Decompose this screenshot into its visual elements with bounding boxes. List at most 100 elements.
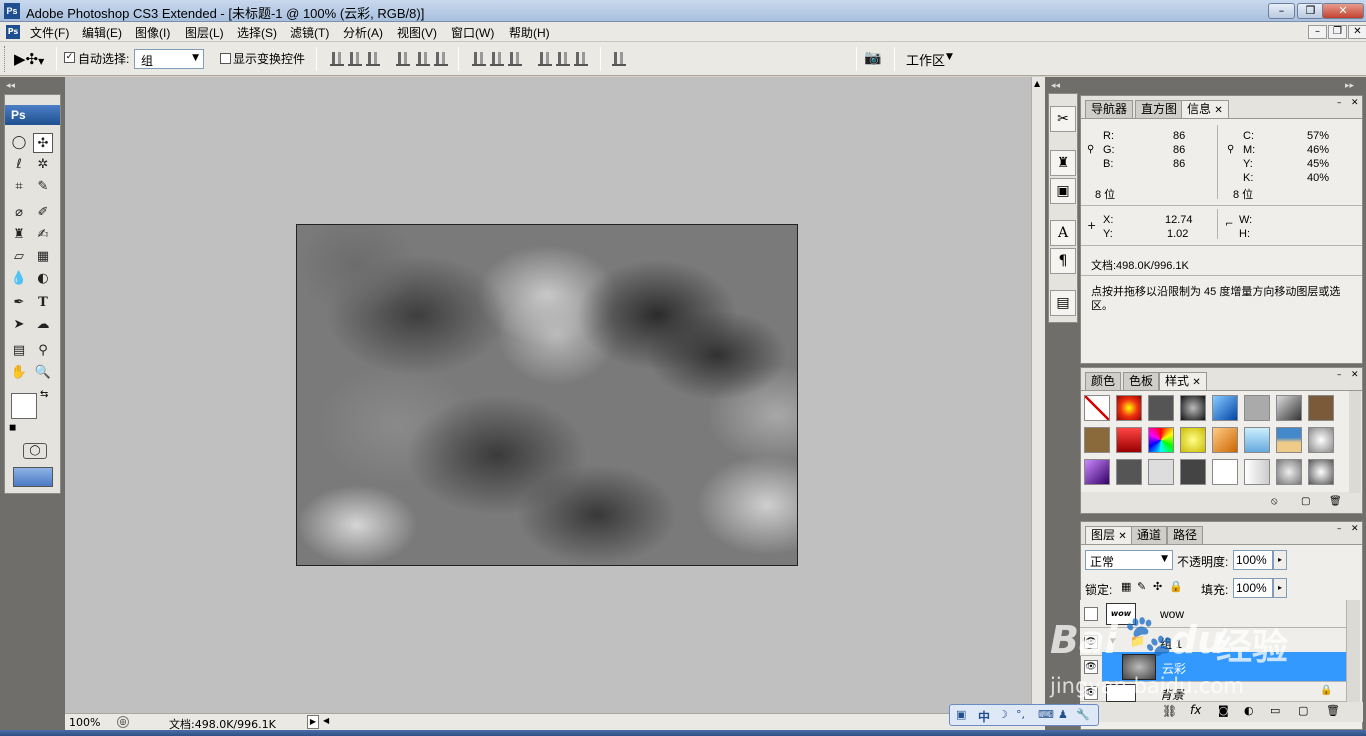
lock-transparent-icon[interactable]: ▦ [1121, 580, 1131, 593]
dodge-tool-icon[interactable]: ◐ [33, 269, 53, 289]
character-icon[interactable]: A [1050, 220, 1076, 246]
collapse-arrows-icon[interactable]: ◂◂ [1051, 81, 1060, 91]
panel-close-icon[interactable]: ✕ [1351, 524, 1359, 534]
doc-restore-button[interactable]: ❐ [1328, 25, 1347, 39]
menu-layer[interactable]: 图层(L) [185, 24, 224, 41]
zoom-level[interactable]: 100% [69, 716, 100, 729]
document-icon[interactable]: Ps [6, 25, 20, 39]
scroll-up-icon[interactable]: ▲ [1034, 79, 1040, 88]
tool-presets-icon[interactable]: ✂ [1050, 106, 1076, 132]
distribute-right-icon[interactable] [574, 52, 588, 66]
clone-stamp-tool-icon[interactable]: ♜ [9, 225, 29, 245]
menu-edit[interactable]: 编辑(E) [82, 24, 122, 41]
quick-mask-icon[interactable]: ◯ [23, 443, 47, 459]
style-swatch[interactable] [1084, 459, 1110, 485]
history-brush-tool-icon[interactable]: ✍ [33, 225, 53, 245]
panel-close-icon[interactable]: ✕ [1351, 98, 1359, 108]
hand-tool-icon[interactable]: ✋ [9, 363, 29, 383]
path-selection-tool-icon[interactable]: ➤ [9, 315, 29, 335]
eyedropper-tool-icon[interactable]: ⚲ [33, 341, 53, 361]
swap-colors-icon[interactable]: ⇆ [40, 389, 48, 400]
close-tab-icon[interactable]: ✕ [1118, 531, 1126, 542]
align-hcenter-icon[interactable] [416, 52, 430, 66]
style-swatch[interactable] [1244, 459, 1270, 485]
align-bottom-icon[interactable] [366, 52, 380, 66]
close-tab-icon[interactable]: ✕ [1192, 377, 1200, 388]
adjustment-layer-icon[interactable]: ◐ [1244, 704, 1254, 717]
auto-align-icon[interactable] [612, 52, 626, 66]
layer-mask-icon[interactable]: ◙ [1218, 704, 1229, 717]
clear-style-icon[interactable]: ⦸ [1271, 496, 1278, 507]
style-swatch[interactable] [1244, 427, 1270, 453]
soft-keyboard-icon[interactable]: ⌨ [1038, 708, 1054, 721]
menu-image[interactable]: 图像(I) [135, 24, 170, 41]
doc-close-button[interactable]: ✕ [1348, 25, 1366, 39]
move-tool-icon[interactable]: ✣ [33, 133, 53, 153]
half-width-icon[interactable]: ☽ [998, 708, 1008, 721]
minimize-button[interactable]: – [1268, 3, 1295, 19]
style-swatch[interactable] [1180, 395, 1206, 421]
brushes-icon[interactable]: ♜ [1050, 150, 1076, 176]
pen-tool-icon[interactable]: ✒ [9, 293, 29, 313]
ime-logo-icon[interactable]: ▣ [956, 708, 966, 721]
crop-tool-icon[interactable]: ⌗ [9, 177, 29, 197]
styles-scrollbar[interactable] [1349, 391, 1361, 493]
align-top-icon[interactable] [330, 52, 344, 66]
default-colors-icon[interactable]: ◼ [9, 423, 16, 433]
style-swatch[interactable] [1180, 459, 1206, 485]
move-tool-preset-icon[interactable]: ▶✣▼ [14, 48, 50, 70]
panel-close-icon[interactable]: ✕ [1351, 370, 1359, 380]
distribute-left-icon[interactable] [538, 52, 552, 66]
menu-help[interactable]: 帮助(H) [509, 24, 550, 41]
punctuation-icon[interactable]: °, [1016, 708, 1025, 721]
align-left-icon[interactable] [396, 52, 410, 66]
workspace-button[interactable]: 工作区 [906, 50, 945, 69]
slice-tool-icon[interactable]: ✎ [33, 177, 53, 197]
tab-layers[interactable]: 图层 ✕ [1085, 526, 1133, 544]
paragraph-icon[interactable]: ¶ [1050, 248, 1076, 274]
gradient-tool-icon[interactable]: ▦ [33, 247, 53, 267]
new-group-icon[interactable]: ▭ [1270, 704, 1280, 717]
delete-layer-icon[interactable]: 🗑 [1326, 704, 1340, 717]
style-swatch[interactable] [1212, 459, 1238, 485]
style-swatch[interactable] [1276, 427, 1302, 453]
marquee-tool-icon[interactable]: ◯ [9, 133, 29, 153]
distribute-vcenter-icon[interactable] [490, 52, 504, 66]
style-swatch[interactable] [1084, 427, 1110, 453]
tab-swatches[interactable]: 色板 [1123, 372, 1160, 390]
style-swatch[interactable] [1148, 395, 1174, 421]
panel-minimize-icon[interactable]: – [1337, 524, 1342, 534]
style-swatch[interactable] [1308, 427, 1334, 453]
style-swatch[interactable] [1212, 395, 1238, 421]
healing-brush-tool-icon[interactable]: ⌀ [9, 203, 29, 223]
zoom-tool-icon[interactable]: 🔍 [33, 363, 53, 383]
style-swatch[interactable] [1180, 427, 1206, 453]
expand-arrows-icon[interactable]: ▸▸ [1345, 81, 1354, 91]
layer-style-icon[interactable]: fx [1190, 703, 1201, 717]
opacity-input[interactable]: 100% [1233, 550, 1273, 570]
lock-image-icon[interactable]: ✎ [1137, 580, 1146, 593]
tab-navigator[interactable]: 导航器 [1085, 100, 1134, 118]
distribute-hcenter-icon[interactable] [556, 52, 570, 66]
style-swatch[interactable] [1116, 427, 1142, 453]
tab-paths[interactable]: 路径 [1167, 526, 1204, 544]
fill-input[interactable]: 100% [1233, 578, 1273, 598]
lock-position-icon[interactable]: ✣ [1153, 580, 1162, 593]
menu-select[interactable]: 选择(S) [237, 24, 277, 41]
layer-comps-icon[interactable]: ▤ [1050, 290, 1076, 316]
tab-channels[interactable]: 通道 [1131, 526, 1168, 544]
screen-mode-icon[interactable] [13, 467, 53, 487]
align-vcenter-icon[interactable] [348, 52, 362, 66]
align-right-icon[interactable] [434, 52, 448, 66]
brush-tool-icon[interactable]: ✐ [33, 203, 53, 223]
style-swatch[interactable] [1148, 459, 1174, 485]
notes-tool-icon[interactable]: ▤ [9, 341, 29, 361]
bridge-icon[interactable]: 📷 [864, 50, 888, 68]
distribute-top-icon[interactable] [472, 52, 486, 66]
layers-scrollbar[interactable] [1346, 600, 1360, 702]
user-icon[interactable]: ♟ [1058, 708, 1068, 721]
menu-window[interactable]: 窗口(W) [451, 24, 494, 41]
opacity-slider-arrow-icon[interactable]: ▸ [1273, 550, 1287, 570]
magic-wand-tool-icon[interactable]: ✲ [33, 155, 53, 175]
style-swatch[interactable] [1116, 395, 1142, 421]
